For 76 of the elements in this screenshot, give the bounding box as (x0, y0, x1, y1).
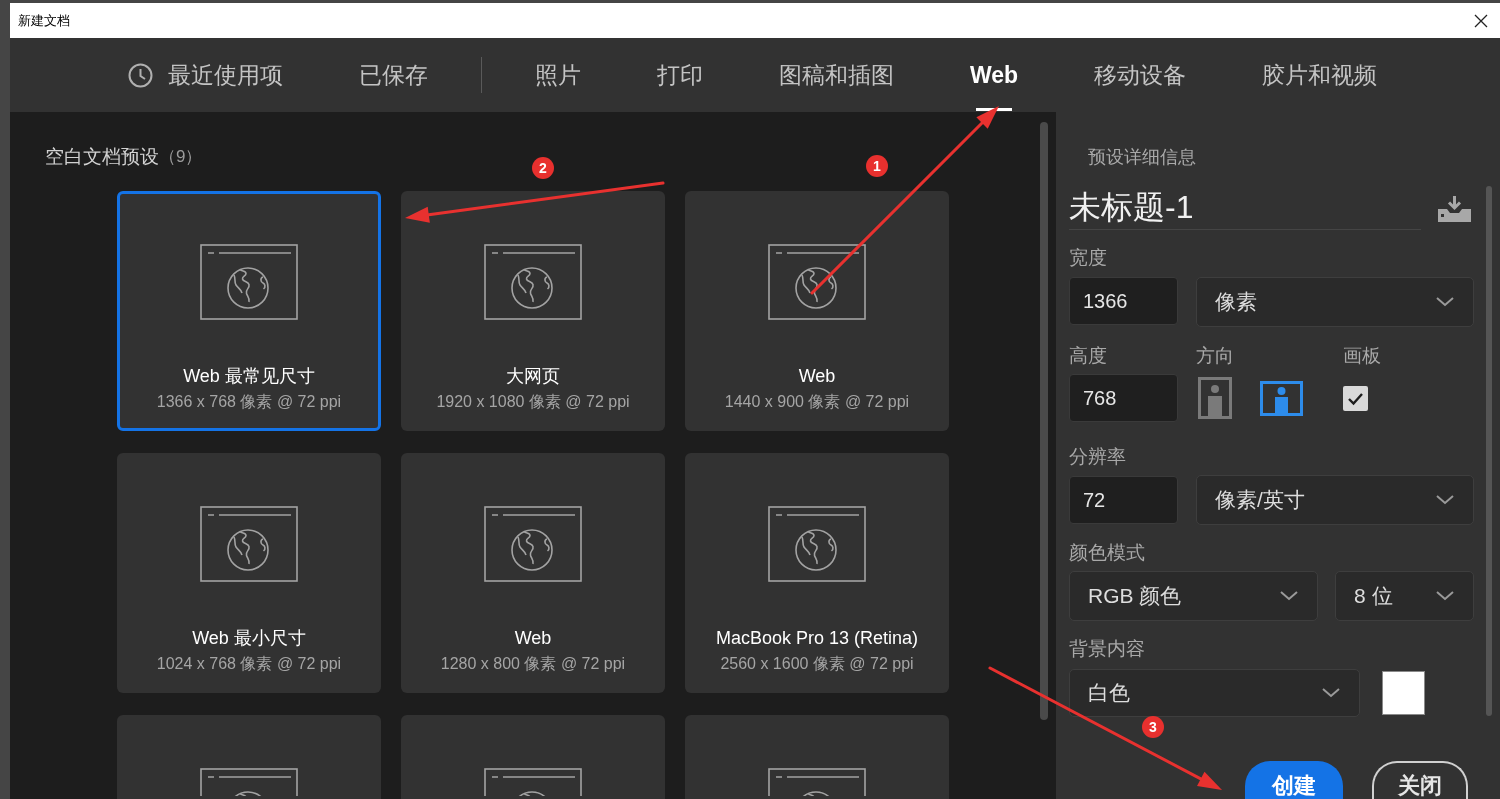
browser-globe-icon (200, 506, 298, 582)
preset-size: 1024 x 768 像素 @ 72 ppi (156, 654, 342, 674)
field-label: 宽度 (1069, 247, 1108, 269)
save-preset-icon[interactable] (1438, 195, 1471, 222)
preset-name: 大网页 (506, 365, 560, 388)
field-label: 颜色模式 (1069, 542, 1146, 564)
preset-card[interactable]: MacBook Pro 13 (Retina) 2560 x 1600 像素 @ 72 ppi (685, 453, 949, 693)
preset-size: 1366 x 768 像素 @ 72 ppi (156, 392, 342, 412)
browser-globe-icon (484, 244, 582, 320)
step-number-badge: 2 (532, 157, 554, 179)
field-label: 高度 (1069, 345, 1108, 367)
presets-title: 空白文档预设 (45, 144, 159, 169)
preset-size: 1440 x 900 像素 @ 72 ppi (724, 392, 910, 412)
chevron-down-icon (1322, 688, 1340, 698)
preset-size: 1280 x 800 像素 @ 72 ppi (440, 654, 626, 674)
preset-size: 2560 x 1600 像素 @ 72 ppi (720, 654, 914, 674)
window-title: 新建文档 (18, 11, 70, 30)
tab[interactable]: 照片 (535, 38, 581, 112)
browser-globe-icon (768, 768, 866, 796)
preset-card[interactable]: Web 1280 x 800 像素 @ 72 ppi (401, 453, 665, 693)
browser-globe-icon (768, 244, 866, 320)
tab[interactable]: 打印 (657, 38, 703, 112)
field-label: 分辨率 (1069, 446, 1127, 468)
chevron-down-icon (1436, 297, 1454, 307)
dropdown[interactable]: RGB 颜色 (1069, 571, 1318, 621)
color-swatch-icon[interactable] (1382, 671, 1425, 715)
field-label: 方向 (1196, 345, 1235, 367)
tab[interactable]: 胶片和视频 (1262, 38, 1378, 112)
preset-size: 1920 x 1080 像素 @ 72 ppi (436, 392, 630, 412)
close-button[interactable]: 关闭 (1372, 761, 1468, 799)
step-number-badge: 3 (1142, 716, 1164, 738)
panel-heading: 预设详细信息 (1087, 146, 1197, 168)
preset-card[interactable] (117, 715, 381, 799)
tab[interactable]: 图稿和插图 (779, 38, 894, 112)
tab[interactable]: 已保存 (359, 38, 428, 112)
preset-card[interactable]: Web 1440 x 900 像素 @ 72 ppi (685, 191, 949, 431)
chevron-down-icon (1280, 591, 1298, 601)
preset-card[interactable]: Web 最常见尺寸 1366 x 768 像素 @ 72 ppi (117, 191, 381, 431)
text-field[interactable]: 1366 (1069, 277, 1178, 325)
preset-card[interactable] (685, 715, 949, 799)
text-field[interactable]: 768 (1069, 374, 1178, 422)
portrait-orientation-icon[interactable] (1198, 377, 1232, 419)
browser-globe-icon (200, 244, 298, 320)
preset-name: Web (514, 627, 552, 650)
browser-globe-icon (484, 768, 582, 796)
preset-card[interactable]: 大网页 1920 x 1080 像素 @ 72 ppi (401, 191, 665, 431)
chevron-down-icon (1436, 591, 1454, 601)
tab[interactable]: 移动设备 (1094, 38, 1187, 112)
step-number-badge: 1 (866, 155, 888, 177)
dropdown[interactable]: 像素 (1196, 277, 1474, 327)
preset-name: MacBook Pro 13 (Retina) (715, 627, 919, 650)
preset-count: （9） (159, 146, 203, 169)
browser-globe-icon (768, 506, 866, 582)
dropdown[interactable]: 白色 (1069, 669, 1360, 717)
browser-globe-icon (200, 768, 298, 796)
clock-icon (128, 62, 153, 88)
browser-globe-icon (484, 506, 582, 582)
preset-name: Web (798, 365, 836, 388)
preset-name: Web 最常见尺寸 (183, 365, 315, 388)
document-name-field[interactable]: 未标题-1 (1069, 187, 1421, 230)
chevron-down-icon (1436, 495, 1454, 505)
preset-name: Web 最小尺寸 (192, 627, 306, 650)
field-label: 画板 (1343, 345, 1381, 367)
landscape-orientation-icon[interactable] (1260, 380, 1303, 416)
preset-card[interactable]: Web 最小尺寸 1024 x 768 像素 @ 72 ppi (117, 453, 381, 693)
create-button[interactable]: 创建 (1245, 761, 1343, 799)
tab[interactable]: 最近使用项 (128, 38, 283, 112)
dropdown[interactable]: 8 位 (1335, 571, 1474, 621)
preset-card[interactable] (401, 715, 665, 799)
text-field[interactable]: 72 (1069, 476, 1178, 524)
scrollbar[interactable] (1486, 186, 1492, 716)
scrollbar[interactable] (1040, 122, 1048, 720)
checkbox[interactable] (1343, 385, 1368, 411)
dropdown[interactable]: 像素/英寸 (1196, 475, 1474, 525)
field-label: 背景内容 (1069, 638, 1146, 660)
close-icon[interactable] (1474, 13, 1488, 28)
